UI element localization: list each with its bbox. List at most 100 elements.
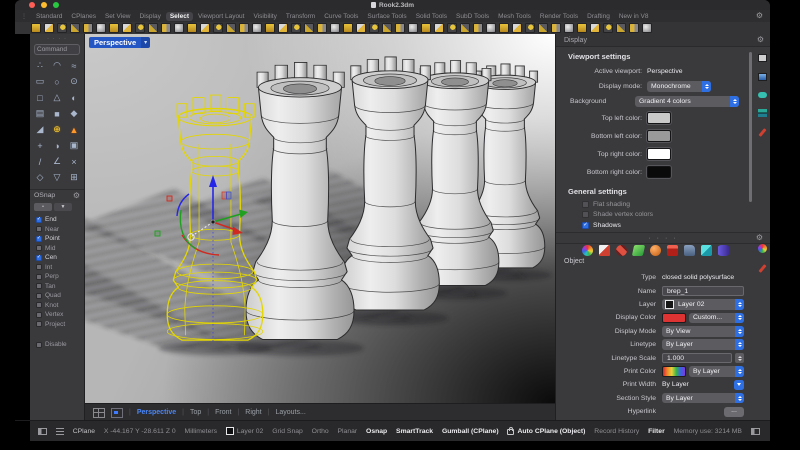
- gear-icon[interactable]: ⚙: [756, 12, 763, 20]
- select-linetype[interactable]: By Layer: [662, 339, 744, 350]
- menu-tab-viewport-layout[interactable]: Viewport Layout: [194, 12, 249, 21]
- status-memory-use-3214-mb[interactable]: Memory use: 3214 MB: [674, 428, 742, 435]
- purple-cylinder-icon[interactable]: [717, 244, 729, 256]
- toolbar-icon[interactable]: [174, 23, 184, 33]
- chevron-down-icon[interactable]: ▾: [141, 37, 151, 48]
- viewport-label-dropdown[interactable]: Perspective ▾: [89, 37, 151, 48]
- toolbar-icon[interactable]: [408, 23, 418, 33]
- notes-tab-icon[interactable]: [757, 128, 767, 137]
- tool-button-plane[interactable]: □: [32, 90, 48, 105]
- toolbar-icon[interactable]: [395, 23, 405, 33]
- color-swatch-button[interactable]: [662, 366, 686, 377]
- tool-button-freeform-curve[interactable]: ≈: [66, 58, 82, 73]
- toolbar-icon[interactable]: [460, 23, 470, 33]
- osnap-checkbox-point[interactable]: ✓: [36, 235, 42, 242]
- gear-icon[interactable]: ⚙: [757, 36, 764, 44]
- toolbar-icon[interactable]: [226, 23, 236, 33]
- tool-button-sweep[interactable]: ◢: [32, 122, 48, 137]
- stepper-icon[interactable]: [735, 352, 744, 364]
- toolbar-icon[interactable]: [525, 23, 535, 33]
- toolbar-icon[interactable]: [421, 23, 431, 33]
- command-list-icon[interactable]: [55, 427, 64, 435]
- menu-tab-visibility[interactable]: Visibility: [249, 12, 280, 21]
- toolbar-icon[interactable]: [642, 23, 652, 33]
- toolbar-icon[interactable]: [265, 23, 275, 33]
- panel-drag-handle[interactable]: · · · ·: [30, 34, 84, 42]
- toolbar-icon[interactable]: [161, 23, 171, 33]
- viewport-grid-icon[interactable]: [93, 407, 105, 418]
- tool-button-cylinder[interactable]: ⊞: [66, 170, 82, 185]
- viewport-tab-front[interactable]: Front: [215, 409, 231, 416]
- status-auto-cplane-object[interactable]: Auto CPlane (Object): [507, 427, 585, 435]
- osnap-checkbox-project[interactable]: [36, 321, 42, 328]
- tool-button-point[interactable]: ∴: [32, 58, 48, 73]
- drag-handle-icon[interactable]: ⋮: [21, 13, 28, 20]
- menu-tab-transform[interactable]: Transform: [282, 12, 319, 21]
- sun-tab-icon[interactable]: [757, 92, 767, 98]
- toolbar-icon[interactable]: [551, 23, 561, 33]
- toolbar-icon[interactable]: [629, 23, 639, 33]
- status-osnap[interactable]: Osnap: [366, 428, 387, 435]
- toolbar-icon[interactable]: [291, 23, 301, 33]
- toolbar-icon[interactable]: [304, 23, 314, 33]
- color-wheel-icon[interactable]: [581, 244, 593, 256]
- green-material-icon[interactable]: [631, 244, 645, 256]
- display-tab-icon[interactable]: [757, 54, 767, 62]
- pen-tab-icon[interactable]: [757, 264, 767, 273]
- status-ortho[interactable]: Ortho: [312, 428, 329, 435]
- color-swatch-top-left-color[interactable]: [647, 112, 671, 124]
- toolbar-icon[interactable]: [603, 23, 613, 33]
- viewport-label[interactable]: Perspective: [89, 37, 142, 48]
- tool-button-box[interactable]: ■: [49, 106, 65, 121]
- menu-tab-select[interactable]: Select: [165, 11, 193, 21]
- toolbar-icon[interactable]: [512, 23, 522, 33]
- menu-tab-solid-tools[interactable]: Solid Tools: [412, 12, 451, 21]
- toolbar-icon[interactable]: [369, 23, 379, 33]
- toolbar-icon[interactable]: [343, 23, 353, 33]
- checkbox-shade-vertex-colors[interactable]: [582, 211, 589, 219]
- panel-toggle-icon[interactable]: [38, 427, 47, 435]
- tool-button-loft[interactable]: ▣: [66, 138, 82, 153]
- status-record-history[interactable]: Record History: [594, 428, 639, 435]
- menu-tab-drafting[interactable]: Drafting: [583, 12, 614, 21]
- name-field[interactable]: brep_1: [662, 285, 744, 297]
- toolbar-icon[interactable]: [148, 23, 158, 33]
- tool-button-curve-tools[interactable]: ◐: [66, 90, 82, 105]
- background-select[interactable]: Gradient 4 colors: [635, 96, 739, 107]
- toolbar-icon[interactable]: [486, 23, 496, 33]
- color-swatch-bottom-right-color[interactable]: [647, 166, 671, 178]
- osnap-checkbox-int[interactable]: [36, 264, 42, 271]
- toolbar-icon[interactable]: [31, 23, 41, 33]
- tool-button-solid[interactable]: ◆: [66, 106, 82, 121]
- toolbar-icon[interactable]: [200, 23, 210, 33]
- osnap-checkbox-vertex[interactable]: [36, 311, 42, 318]
- color-swatch-button[interactable]: [662, 312, 686, 324]
- toolbar-icon[interactable]: [109, 23, 119, 33]
- color-swatch-bottom-left-color[interactable]: [647, 130, 671, 142]
- disable-checkbox[interactable]: [36, 341, 42, 348]
- toolbar-icon[interactable]: [122, 23, 132, 33]
- status-cplane[interactable]: CPlane: [73, 428, 95, 435]
- select-display-mode[interactable]: By View: [662, 326, 744, 337]
- tool-button-polygon[interactable]: △: [49, 90, 65, 105]
- osnap-tab-filter[interactable]: ▼: [54, 203, 72, 211]
- tool-button-sphere[interactable]: ◑: [49, 138, 65, 153]
- command-input[interactable]: [34, 44, 80, 55]
- tool-button-extrude[interactable]: ▲: [66, 122, 82, 137]
- viewport-tab-top[interactable]: Top: [190, 409, 201, 416]
- red-box-icon[interactable]: [666, 244, 678, 256]
- viewport-tab-perspective[interactable]: Perspective: [137, 409, 176, 416]
- panel-toggle-icon[interactable]: [750, 427, 760, 435]
- display-mode-select[interactable]: Monochrome: [647, 81, 711, 92]
- menu-tab-curve-tools[interactable]: Curve Tools: [320, 12, 362, 21]
- toolbar-icon[interactable]: [447, 23, 457, 33]
- tool-button-line[interactable]: /: [32, 154, 48, 169]
- menu-tab-new-in-v8[interactable]: New in V8: [615, 12, 653, 21]
- menu-tab-set-view[interactable]: Set View: [101, 12, 135, 21]
- osnap-checkbox-end[interactable]: ✓: [36, 216, 42, 223]
- cyan-cube-icon[interactable]: [700, 244, 712, 256]
- toolbar-icon[interactable]: [252, 23, 262, 33]
- select-layer[interactable]: Layer 02: [662, 299, 744, 310]
- layers-tab-icon[interactable]: [757, 109, 767, 117]
- paintbrush-icon[interactable]: [598, 244, 610, 256]
